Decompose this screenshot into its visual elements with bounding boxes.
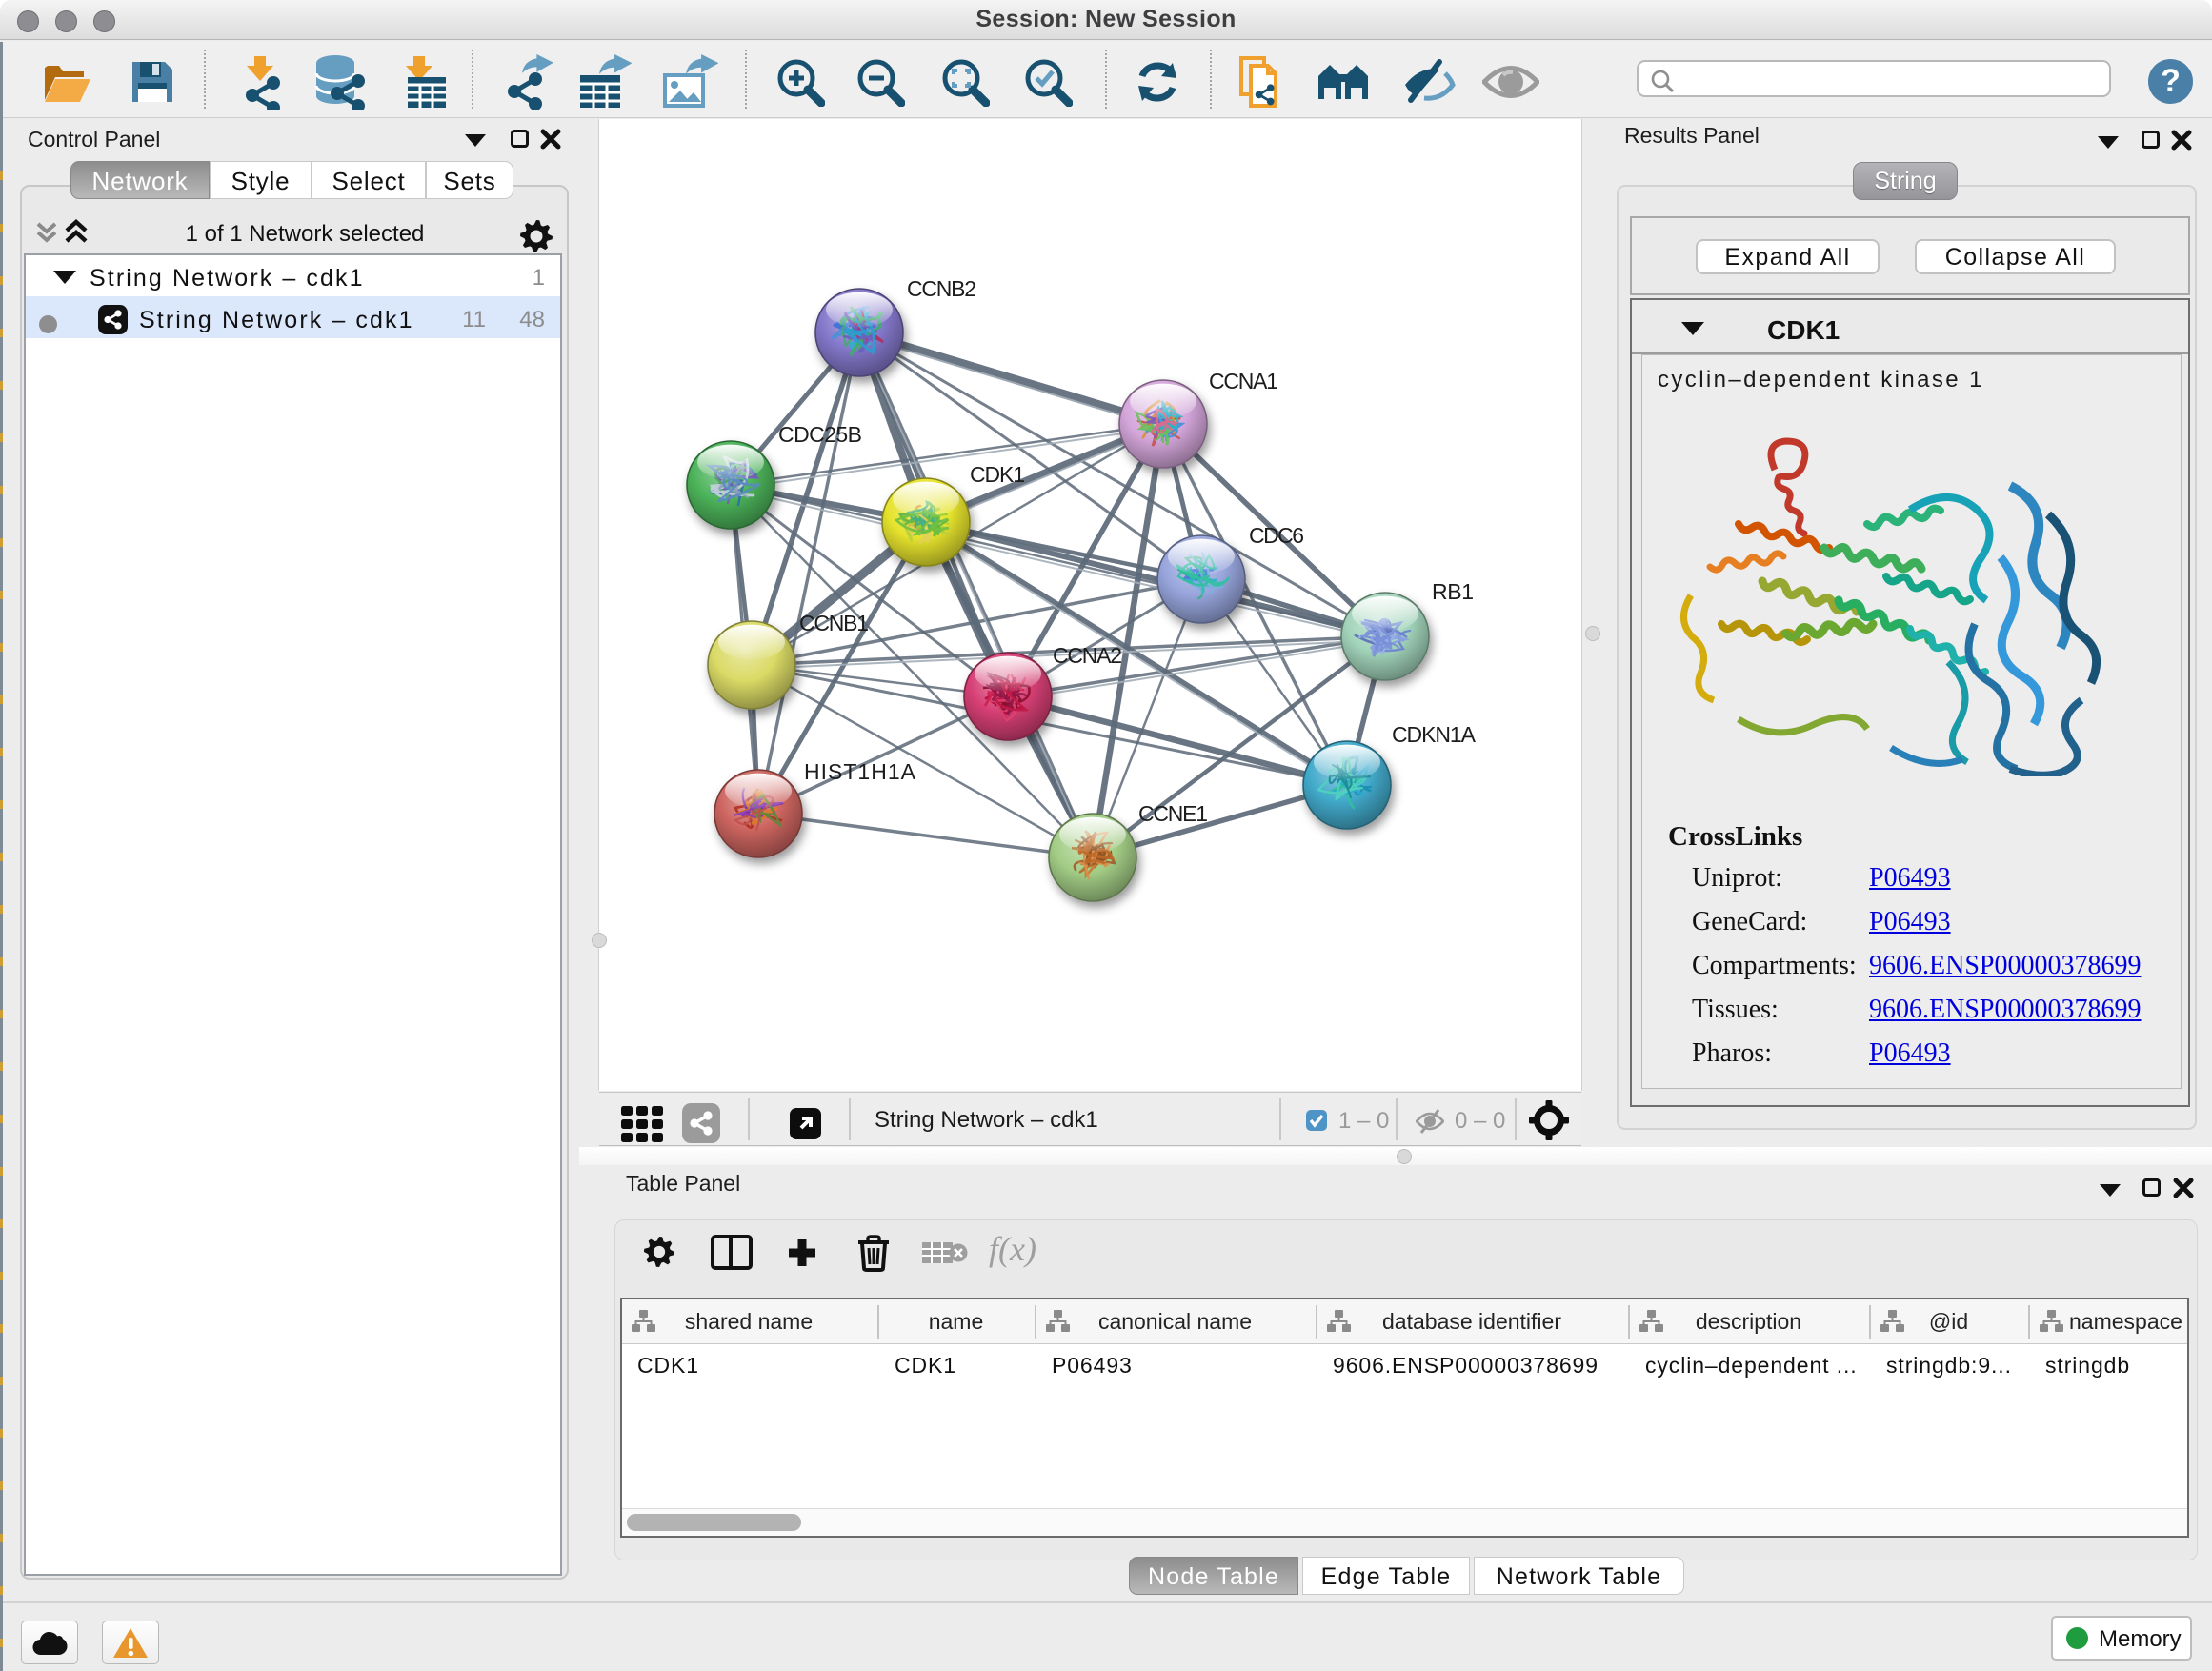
svg-text:CCNB2: CCNB2 (907, 276, 976, 301)
svg-text:CDC6: CDC6 (1249, 523, 1304, 548)
svg-text:CCNA2: CCNA2 (1053, 643, 1122, 668)
svg-text:CCNA1: CCNA1 (1209, 369, 1278, 393)
svg-text:CCNE1: CCNE1 (1138, 801, 1208, 826)
svg-text:HIST1H1A: HIST1H1A (804, 759, 916, 784)
svg-text:RB1: RB1 (1432, 579, 1474, 604)
svg-text:CDK1: CDK1 (970, 462, 1025, 487)
svg-text:CDC25B: CDC25B (778, 422, 862, 447)
svg-text:CDKN1A: CDKN1A (1392, 722, 1477, 747)
svg-text:CCNB1: CCNB1 (799, 611, 869, 635)
